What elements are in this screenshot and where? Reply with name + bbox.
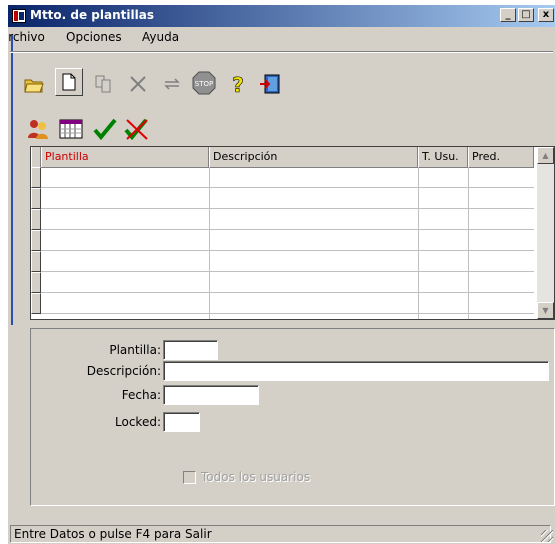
stop-button[interactable]: STOP	[190, 69, 218, 97]
column-header-plantilla[interactable]: Plantilla	[41, 147, 209, 167]
minimize-icon: _	[505, 9, 511, 20]
scroll-down-button[interactable]: ▼	[537, 302, 554, 319]
menu-bar: Archivo Opciones Ayuda	[8, 27, 555, 47]
row-selector[interactable]	[31, 272, 41, 293]
close-icon: x	[542, 9, 550, 20]
status-text: Entre Datos o pulse F4 para Salir	[10, 525, 551, 543]
locked-label: Locked:	[115, 415, 161, 429]
new-document-icon	[62, 73, 76, 91]
minimize-button[interactable]: _	[500, 8, 516, 22]
grid-vertical-scrollbar[interactable]: ▲ ▼	[537, 147, 554, 319]
row-selector[interactable]	[31, 251, 41, 272]
copy-icon	[95, 75, 111, 93]
table-row[interactable]	[41, 167, 534, 188]
todos-usuarios-checkbox[interactable]	[183, 471, 196, 484]
replace-icon	[164, 78, 180, 90]
column-divider	[468, 167, 469, 319]
toolbar-separator	[10, 51, 553, 53]
column-header-descripcion[interactable]: Descripción	[209, 147, 418, 167]
delete-button[interactable]	[124, 70, 152, 98]
grid-header: Plantilla Descripción T. Usu. Pred.	[31, 147, 534, 168]
maximize-button[interactable]: □	[518, 8, 534, 22]
grid-corner	[31, 147, 41, 167]
table-row[interactable]	[41, 251, 534, 272]
close-button[interactable]: x	[538, 8, 554, 22]
table-row[interactable]	[41, 272, 534, 293]
svg-text:STOP: STOP	[195, 80, 213, 88]
descripcion-field[interactable]	[163, 361, 549, 381]
column-divider	[209, 167, 210, 319]
row-selector[interactable]	[31, 167, 41, 188]
scroll-up-button[interactable]: ▲	[537, 147, 554, 164]
open-button[interactable]	[20, 70, 48, 98]
plantilla-field[interactable]	[163, 340, 218, 360]
exit-button[interactable]	[256, 70, 284, 98]
todos-usuarios-label: Todos los usuarios	[201, 470, 311, 484]
fecha-label: Fecha:	[121, 388, 161, 402]
help-button[interactable]: ?	[224, 70, 252, 98]
svg-text:?: ?	[232, 73, 244, 95]
accept-button[interactable]	[91, 115, 119, 143]
maximize-icon: □	[521, 9, 531, 20]
resize-grip-icon[interactable]	[541, 530, 553, 542]
table-row[interactable]	[41, 293, 534, 314]
fecha-field[interactable]	[163, 385, 259, 405]
columns-button[interactable]	[57, 115, 85, 143]
users-icon	[28, 120, 48, 139]
locked-field[interactable]	[163, 412, 200, 432]
cancel-button[interactable]	[123, 115, 151, 143]
row-selector[interactable]	[31, 230, 41, 251]
table-row[interactable]	[41, 209, 534, 230]
table-row[interactable]	[41, 188, 534, 209]
table-row[interactable]	[41, 230, 534, 251]
delete-x-icon	[130, 76, 146, 92]
column-header-pred[interactable]: Pred.	[468, 147, 534, 167]
column-divider	[418, 167, 419, 319]
menu-ayuda[interactable]: Ayuda	[142, 30, 179, 44]
main-window: Mtto. de plantillas _ □ x Archivo Opcion…	[8, 5, 555, 544]
menu-opciones[interactable]: Opciones	[66, 30, 122, 44]
column-header-tipo-usuario[interactable]: T. Usu.	[418, 147, 468, 167]
templates-grid[interactable]: Plantilla Descripción T. Usu. Pred. ▲ ▼	[30, 146, 555, 320]
help-icon: ?	[232, 73, 244, 95]
columns-icon	[59, 119, 83, 139]
status-bar: Entre Datos o pulse F4 para Salir	[8, 524, 555, 544]
cancel-check-icon	[124, 118, 148, 141]
accept-check-icon	[93, 118, 117, 140]
menu-archivo[interactable]: Archivo	[8, 30, 45, 44]
stop-icon: STOP	[192, 71, 216, 95]
title-bar[interactable]: Mtto. de plantillas _ □ x	[8, 5, 555, 27]
descripcion-label: Descripción:	[86, 364, 161, 378]
detail-form: Plantilla: Descripción: Fecha: Locked: T…	[30, 328, 555, 506]
exit-icon	[260, 74, 280, 94]
users-button[interactable]	[24, 115, 52, 143]
plantilla-label: Plantilla:	[109, 343, 161, 357]
row-selector[interactable]	[31, 293, 41, 314]
row-selector[interactable]	[31, 188, 41, 209]
copy-button[interactable]	[90, 70, 118, 98]
open-folder-icon	[24, 79, 44, 93]
left-edge-line	[11, 35, 13, 325]
app-icon	[12, 9, 26, 23]
replace-button[interactable]	[158, 70, 186, 98]
window-title: Mtto. de plantillas	[30, 8, 154, 22]
row-selector[interactable]	[31, 209, 41, 230]
new-button[interactable]	[55, 68, 83, 96]
